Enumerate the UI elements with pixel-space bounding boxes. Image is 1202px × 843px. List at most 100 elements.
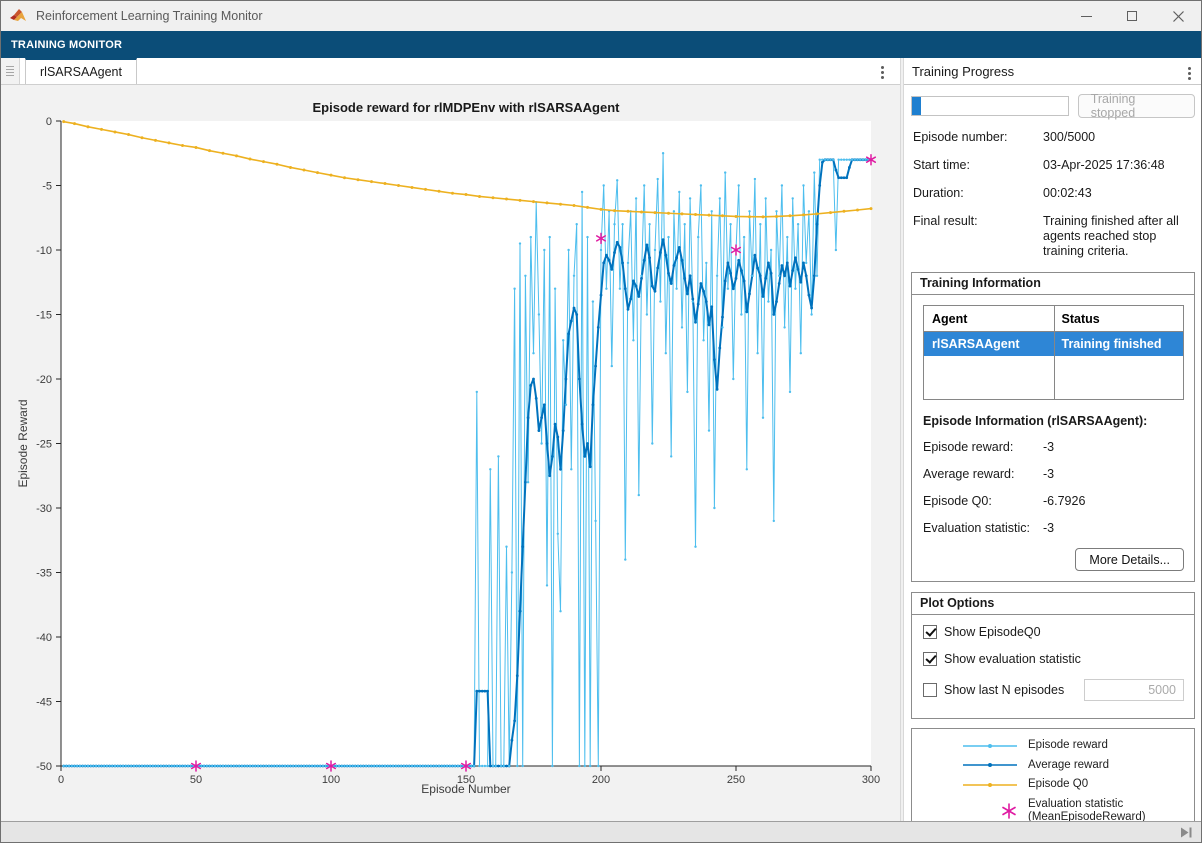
episode-q0-row: Episode Q0: -6.7926 — [923, 494, 1184, 508]
svg-text:0: 0 — [46, 116, 52, 128]
svg-text:Episode reward for rlMDPEnv wi: Episode reward for rlMDPEnv with rlSARSA… — [313, 100, 621, 115]
svg-text:300: 300 — [862, 774, 880, 786]
ribbon: TRAINING MONITOR — [1, 31, 1201, 58]
episode-information-title: Episode Information (rlSARSAAgent): — [923, 414, 1184, 428]
progress-fill — [912, 97, 921, 115]
show-evaluation-statistic-checkbox[interactable] — [923, 652, 937, 666]
more-details-button[interactable]: More Details... — [1075, 548, 1184, 571]
final-result-value: Training finished after all agents reach… — [1043, 214, 1194, 259]
show-episodeq0-row: Show EpisodeQ0 — [923, 625, 1184, 639]
legend-item-evaluation-statistic: Evaluation statistic (MeanEpisodeReward) — [920, 798, 1186, 822]
start-time-label: Start time: — [913, 158, 1043, 173]
start-time-value: 03-Apr-2025 17:36:48 — [1043, 158, 1194, 173]
show-last-n-episodes-row: Show last N episodes — [923, 679, 1184, 701]
document-area: rlSARSAAgent 0 -5 -10 -15 -20 -25 -30 -35 -40 -45… — [1, 58, 900, 821]
episode-number-value: 300/5000 — [1043, 130, 1194, 145]
show-last-n-episodes-label: Show last N episodes — [944, 683, 1064, 697]
panel-actions-menu-button[interactable] — [1186, 65, 1193, 82]
title-bar: Reinforcement Learning Training Monitor — [1, 1, 1201, 31]
svg-text:Episode Reward: Episode Reward — [16, 399, 30, 487]
training-progress-header: Training Progress — [904, 58, 1202, 85]
training-progress-bar — [911, 96, 1069, 116]
panel-title: Training Progress — [912, 64, 1014, 79]
show-last-n-episodes-checkbox[interactable] — [923, 683, 937, 697]
grip-icon — [6, 66, 14, 77]
show-evaluation-statistic-row: Show evaluation statistic — [923, 652, 1184, 666]
svg-text:-5: -5 — [42, 181, 52, 193]
document-tab-strip: rlSARSAAgent — [1, 58, 900, 85]
duration-label: Duration: — [913, 186, 1043, 201]
window-title: Reinforcement Learning Training Monitor — [36, 9, 263, 23]
svg-text:-45: -45 — [36, 697, 52, 709]
svg-text:Episode Number: Episode Number — [421, 782, 510, 796]
svg-text:250: 250 — [727, 774, 745, 786]
svg-text:-25: -25 — [36, 439, 52, 451]
plot-options-box: Plot Options Show EpisodeQ0 Show evaluat… — [911, 592, 1195, 719]
episode-reward-value: -3 — [1043, 440, 1184, 454]
legend-label: Episode reward — [1028, 739, 1186, 753]
last-n-episodes-input[interactable] — [1084, 679, 1184, 701]
svg-text:-10: -10 — [36, 245, 52, 257]
duration-row: Duration: 00:02:43 — [913, 186, 1194, 201]
evaluation-statistic-row: Evaluation statistic: -3 — [923, 521, 1184, 535]
maximize-button[interactable] — [1109, 1, 1155, 31]
agent-status-table: Agent Status rlSARSAAgent Training finis… — [923, 305, 1184, 400]
training-chart: 0-5-10-15-20-25-30-35-40-45-500501001502… — [1, 85, 898, 821]
legend-item-episode-reward: Episode reward — [920, 739, 1186, 753]
training-chart-figure: 0-5-10-15-20-25-30-35-40-45-500501001502… — [1, 85, 898, 821]
minimize-icon — [1081, 16, 1092, 17]
svg-text:-20: -20 — [36, 374, 52, 386]
start-time-row: Start time: 03-Apr-2025 17:36:48 — [913, 158, 1194, 173]
episode-number-row: Episode number: 300/5000 — [913, 130, 1194, 145]
average-reward-line-swatch — [920, 759, 1028, 771]
svg-text:50: 50 — [190, 774, 202, 786]
evaluation-statistic-asterisk-swatch — [920, 802, 1028, 820]
table-row[interactable]: rlSARSAAgent Training finished — [924, 332, 1183, 356]
ribbon-tab-training-monitor[interactable]: TRAINING MONITOR — [11, 39, 122, 51]
show-episodeq0-label: Show EpisodeQ0 — [944, 625, 1041, 639]
minimize-button[interactable] — [1063, 1, 1109, 31]
episode-q0-line-swatch — [920, 779, 1028, 791]
status-cell: Training finished — [1054, 337, 1184, 351]
tab-grip-handle[interactable] — [1, 58, 20, 84]
status-column-header: Status — [1054, 312, 1184, 326]
svg-text:0: 0 — [58, 774, 64, 786]
training-stopped-button[interactable]: Training stopped — [1078, 94, 1195, 118]
evaluation-statistic-value: -3 — [1043, 521, 1184, 535]
duration-value: 00:02:43 — [1043, 186, 1194, 201]
close-button[interactable] — [1155, 1, 1201, 31]
status-bar — [1, 821, 1201, 843]
average-reward-label: Average reward: — [923, 467, 1043, 481]
svg-text:-40: -40 — [36, 632, 52, 644]
legend-item-episode-q0: Episode Q0 — [920, 778, 1186, 792]
legend-label: Evaluation statistic (MeanEpisodeReward) — [1028, 798, 1186, 822]
skip-to-end-icon[interactable] — [1180, 826, 1193, 839]
app-window: Reinforcement Learning Training Monitor … — [0, 0, 1202, 843]
legend-label: Episode Q0 — [1028, 778, 1186, 792]
svg-text:-15: -15 — [36, 310, 52, 322]
svg-text:-35: -35 — [36, 568, 52, 580]
svg-text:-30: -30 — [36, 503, 52, 515]
episode-number-label: Episode number: — [913, 130, 1043, 145]
episode-reward-row: Episode reward: -3 — [923, 440, 1184, 454]
episode-reward-label: Episode reward: — [923, 440, 1043, 454]
svg-text:-50: -50 — [36, 761, 52, 773]
episode-q0-label: Episode Q0: — [923, 494, 1043, 508]
chart-legend: Episode reward Average reward Episode Q0… — [911, 728, 1195, 821]
episode-q0-value: -6.7926 — [1043, 494, 1184, 508]
legend-item-average-reward: Average reward — [920, 759, 1186, 773]
table-header-row: Agent Status — [924, 306, 1183, 332]
document-actions-menu-button[interactable] — [879, 64, 886, 81]
svg-text:200: 200 — [592, 774, 610, 786]
average-reward-row: Average reward: -3 — [923, 467, 1184, 481]
svg-text:100: 100 — [322, 774, 340, 786]
training-information-title: Training Information — [912, 273, 1194, 295]
show-evaluation-statistic-label: Show evaluation statistic — [944, 652, 1081, 666]
tab-label: rlSARSAAgent — [40, 65, 122, 79]
maximize-icon — [1127, 11, 1137, 21]
agent-cell: rlSARSAAgent — [924, 337, 1054, 351]
tab-rlsarsaagent[interactable]: rlSARSAAgent — [25, 58, 137, 84]
matlab-logo-icon — [10, 8, 27, 24]
evaluation-statistic-label: Evaluation statistic: — [923, 521, 1043, 535]
show-episodeq0-checkbox[interactable] — [923, 625, 937, 639]
